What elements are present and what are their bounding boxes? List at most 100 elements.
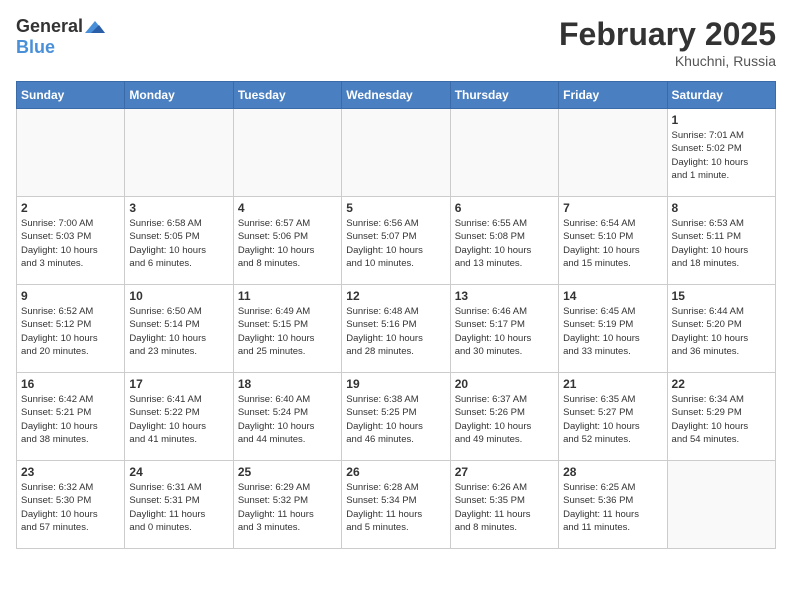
day-number: 14	[563, 289, 662, 303]
calendar-day: 25Sunrise: 6:29 AM Sunset: 5:32 PM Dayli…	[233, 461, 341, 549]
day-number: 25	[238, 465, 337, 479]
calendar-day	[342, 109, 450, 197]
day-info: Sunrise: 6:34 AM Sunset: 5:29 PM Dayligh…	[672, 393, 771, 446]
day-info: Sunrise: 6:52 AM Sunset: 5:12 PM Dayligh…	[21, 305, 120, 358]
day-number: 19	[346, 377, 445, 391]
day-number: 23	[21, 465, 120, 479]
day-info: Sunrise: 6:32 AM Sunset: 5:30 PM Dayligh…	[21, 481, 120, 534]
day-info: Sunrise: 6:37 AM Sunset: 5:26 PM Dayligh…	[455, 393, 554, 446]
day-number: 22	[672, 377, 771, 391]
day-info: Sunrise: 6:35 AM Sunset: 5:27 PM Dayligh…	[563, 393, 662, 446]
calendar-day: 6Sunrise: 6:55 AM Sunset: 5:08 PM Daylig…	[450, 197, 558, 285]
day-number: 1	[672, 113, 771, 127]
day-info: Sunrise: 6:56 AM Sunset: 5:07 PM Dayligh…	[346, 217, 445, 270]
day-number: 12	[346, 289, 445, 303]
day-number: 7	[563, 201, 662, 215]
day-info: Sunrise: 6:57 AM Sunset: 5:06 PM Dayligh…	[238, 217, 337, 270]
day-info: Sunrise: 6:45 AM Sunset: 5:19 PM Dayligh…	[563, 305, 662, 358]
day-number: 24	[129, 465, 228, 479]
calendar-table: SundayMondayTuesdayWednesdayThursdayFrid…	[16, 81, 776, 549]
day-number: 15	[672, 289, 771, 303]
calendar-week-2: 2 Sunrise: 7:00 AM Sunset: 5:03 PM Daylig…	[17, 197, 776, 285]
day-number: 21	[563, 377, 662, 391]
calendar-week-5: 23 Sunrise: 6:32 AM Sunset: 5:30 PM Dayli…	[17, 461, 776, 549]
title-block: February 2025 Khuchni, Russia	[559, 16, 776, 69]
header-saturday: Saturday	[667, 82, 775, 109]
calendar-day: 3 Sunrise: 6:58 AM Sunset: 5:05 PM Daylig…	[125, 197, 233, 285]
day-number: 17	[129, 377, 228, 391]
calendar-day: 20 Sunrise: 6:37 AM Sunset: 5:26 PM Dayli…	[450, 373, 558, 461]
logo: General Blue	[16, 16, 105, 58]
calendar-day	[17, 109, 125, 197]
day-info: Sunrise: 6:38 AM Sunset: 5:25 PM Dayligh…	[346, 393, 445, 446]
calendar-day: 24 Sunrise: 6:31 AM Sunset: 5:31 PM Dayli…	[125, 461, 233, 549]
day-info: Sunrise: 6:49 AM Sunset: 5:15 PM Dayligh…	[238, 305, 337, 358]
calendar-day: 13 Sunrise: 6:46 AM Sunset: 5:17 PM Dayli…	[450, 285, 558, 373]
day-number: 16	[21, 377, 120, 391]
calendar-day: 23 Sunrise: 6:32 AM Sunset: 5:30 PM Dayli…	[17, 461, 125, 549]
calendar-day: 28 Sunrise: 6:25 AM Sunset: 5:36 PM Dayli…	[559, 461, 667, 549]
day-number: 27	[455, 465, 554, 479]
day-info: Sunrise: 7:00 AM Sunset: 5:03 PM Dayligh…	[21, 217, 120, 270]
day-number: 20	[455, 377, 554, 391]
day-info: Sunrise: 6:25 AM Sunset: 5:36 PM Dayligh…	[563, 481, 662, 534]
day-number: 28	[563, 465, 662, 479]
calendar-day: 7 Sunrise: 6:54 AM Sunset: 5:10 PM Daylig…	[559, 197, 667, 285]
day-number: 2	[21, 201, 120, 215]
calendar-day: 4Sunrise: 6:57 AM Sunset: 5:06 PM Daylig…	[233, 197, 341, 285]
day-number: 6	[455, 201, 554, 215]
day-info: Sunrise: 6:26 AM Sunset: 5:35 PM Dayligh…	[455, 481, 554, 534]
calendar-day	[450, 109, 558, 197]
calendar-day: 19 Sunrise: 6:38 AM Sunset: 5:25 PM Dayli…	[342, 373, 450, 461]
calendar-week-1: 1 Sunrise: 7:01 AM Sunset: 5:02 PM Daylig…	[17, 109, 776, 197]
day-number: 18	[238, 377, 337, 391]
day-number: 3	[129, 201, 228, 215]
calendar-header-row: SundayMondayTuesdayWednesdayThursdayFrid…	[17, 82, 776, 109]
logo-blue: Blue	[16, 37, 55, 58]
day-info: Sunrise: 6:58 AM Sunset: 5:05 PM Dayligh…	[129, 217, 228, 270]
day-info: Sunrise: 6:46 AM Sunset: 5:17 PM Dayligh…	[455, 305, 554, 358]
day-number: 13	[455, 289, 554, 303]
day-info: Sunrise: 7:01 AM Sunset: 5:02 PM Dayligh…	[672, 129, 771, 182]
day-info: Sunrise: 6:48 AM Sunset: 5:16 PM Dayligh…	[346, 305, 445, 358]
calendar-day	[667, 461, 775, 549]
calendar-day: 27 Sunrise: 6:26 AM Sunset: 5:35 PM Dayli…	[450, 461, 558, 549]
calendar-day: 26 Sunrise: 6:28 AM Sunset: 5:34 PM Dayli…	[342, 461, 450, 549]
calendar-day	[559, 109, 667, 197]
calendar-day: 8Sunrise: 6:53 AM Sunset: 5:11 PM Daylig…	[667, 197, 775, 285]
calendar-day: 9Sunrise: 6:52 AM Sunset: 5:12 PM Daylig…	[17, 285, 125, 373]
day-info: Sunrise: 6:54 AM Sunset: 5:10 PM Dayligh…	[563, 217, 662, 270]
calendar-day: 14 Sunrise: 6:45 AM Sunset: 5:19 PM Dayli…	[559, 285, 667, 373]
day-info: Sunrise: 6:31 AM Sunset: 5:31 PM Dayligh…	[129, 481, 228, 534]
day-info: Sunrise: 6:42 AM Sunset: 5:21 PM Dayligh…	[21, 393, 120, 446]
calendar-day: 17Sunrise: 6:41 AM Sunset: 5:22 PM Dayli…	[125, 373, 233, 461]
calendar-week-4: 16 Sunrise: 6:42 AM Sunset: 5:21 PM Dayli…	[17, 373, 776, 461]
header-monday: Monday	[125, 82, 233, 109]
calendar-day: 18Sunrise: 6:40 AM Sunset: 5:24 PM Dayli…	[233, 373, 341, 461]
day-number: 26	[346, 465, 445, 479]
calendar-day: 10Sunrise: 6:50 AM Sunset: 5:14 PM Dayli…	[125, 285, 233, 373]
calendar-day: 22 Sunrise: 6:34 AM Sunset: 5:29 PM Dayli…	[667, 373, 775, 461]
calendar-week-3: 9Sunrise: 6:52 AM Sunset: 5:12 PM Daylig…	[17, 285, 776, 373]
calendar-day: 21 Sunrise: 6:35 AM Sunset: 5:27 PM Dayli…	[559, 373, 667, 461]
calendar-day: 15 Sunrise: 6:44 AM Sunset: 5:20 PM Dayli…	[667, 285, 775, 373]
day-number: 11	[238, 289, 337, 303]
logo-general: General	[16, 16, 83, 37]
calendar-day: 1 Sunrise: 7:01 AM Sunset: 5:02 PM Daylig…	[667, 109, 775, 197]
day-info: Sunrise: 6:50 AM Sunset: 5:14 PM Dayligh…	[129, 305, 228, 358]
day-number: 5	[346, 201, 445, 215]
calendar-day: 2 Sunrise: 7:00 AM Sunset: 5:03 PM Daylig…	[17, 197, 125, 285]
day-info: Sunrise: 6:44 AM Sunset: 5:20 PM Dayligh…	[672, 305, 771, 358]
header-thursday: Thursday	[450, 82, 558, 109]
page-header: General Blue February 2025 Khuchni, Russ…	[16, 16, 776, 69]
logo-icon	[85, 19, 105, 35]
calendar-day: 11 Sunrise: 6:49 AM Sunset: 5:15 PM Dayli…	[233, 285, 341, 373]
calendar-day	[233, 109, 341, 197]
calendar-title: February 2025	[559, 16, 776, 53]
header-wednesday: Wednesday	[342, 82, 450, 109]
header-tuesday: Tuesday	[233, 82, 341, 109]
day-info: Sunrise: 6:53 AM Sunset: 5:11 PM Dayligh…	[672, 217, 771, 270]
day-info: Sunrise: 6:28 AM Sunset: 5:34 PM Dayligh…	[346, 481, 445, 534]
calendar-day: 5 Sunrise: 6:56 AM Sunset: 5:07 PM Daylig…	[342, 197, 450, 285]
header-sunday: Sunday	[17, 82, 125, 109]
